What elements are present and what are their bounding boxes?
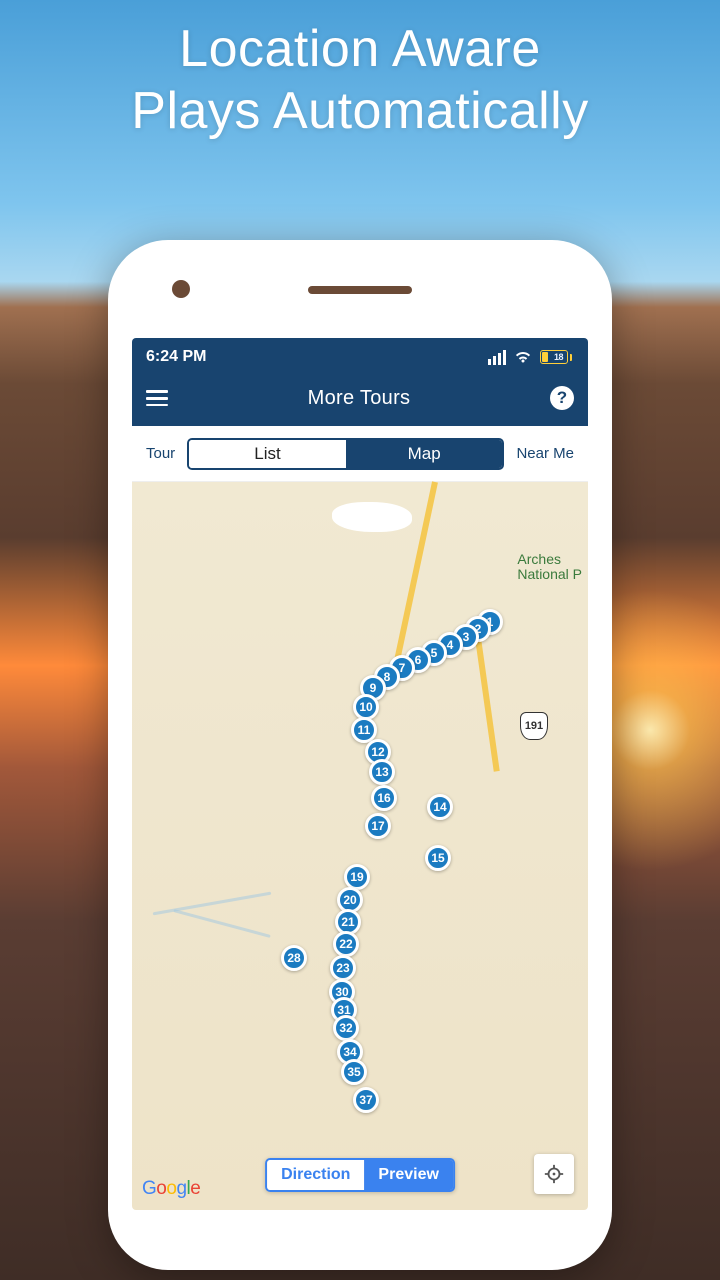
phone-camera bbox=[172, 280, 190, 298]
signal-icon bbox=[488, 350, 506, 365]
map-marker[interactable]: 37 bbox=[353, 1087, 379, 1113]
headline-line2: Plays Automatically bbox=[131, 82, 588, 140]
headline-line1: Location Aware bbox=[179, 20, 541, 78]
status-time: 6:24 PM bbox=[146, 348, 206, 366]
status-bar: 6:24 PM 18 bbox=[132, 338, 588, 376]
map-canvas[interactable]: Arches National P 191 123456789101112131… bbox=[132, 482, 588, 1210]
near-me-link[interactable]: Near Me bbox=[512, 441, 578, 466]
crosshair-icon bbox=[543, 1163, 565, 1185]
battery-icon: 18 bbox=[540, 350, 574, 364]
map-marker[interactable]: 23 bbox=[330, 955, 356, 981]
app-bar: More Tours ? bbox=[132, 376, 588, 426]
route-polyline bbox=[132, 482, 432, 632]
help-button[interactable]: ? bbox=[550, 386, 574, 410]
google-attribution: Google bbox=[142, 1178, 200, 1200]
map-marker[interactable]: 17 bbox=[365, 813, 391, 839]
map-marker[interactable]: 28 bbox=[281, 945, 307, 971]
tour-link[interactable]: Tour bbox=[142, 441, 179, 466]
app-title: More Tours bbox=[168, 387, 550, 410]
highway-shield: 191 bbox=[520, 712, 548, 740]
preview-button[interactable]: Preview bbox=[364, 1160, 452, 1190]
view-toolbar: Tour List Map Near Me bbox=[132, 426, 588, 482]
tab-map[interactable]: Map bbox=[346, 440, 503, 468]
phone-screen: 6:24 PM 18 More Tours ? Tour List Map bbox=[132, 338, 588, 1210]
map-marker[interactable]: 10 bbox=[353, 694, 379, 720]
direction-preview-segmented: Direction Preview bbox=[265, 1158, 455, 1192]
map-marker[interactable]: 22 bbox=[333, 931, 359, 957]
phone-frame: 6:24 PM 18 More Tours ? Tour List Map bbox=[108, 240, 612, 1270]
map-marker[interactable]: 15 bbox=[425, 845, 451, 871]
tab-list[interactable]: List bbox=[189, 440, 346, 468]
wifi-icon bbox=[514, 350, 532, 364]
list-map-segmented: List Map bbox=[187, 438, 504, 470]
locate-me-button[interactable] bbox=[534, 1154, 574, 1194]
map-marker[interactable]: 32 bbox=[333, 1015, 359, 1041]
menu-icon[interactable] bbox=[146, 390, 168, 406]
promo-headline: Location Aware Plays Automatically bbox=[0, 18, 720, 143]
direction-button[interactable]: Direction bbox=[267, 1160, 364, 1190]
map-marker[interactable]: 16 bbox=[371, 785, 397, 811]
map-marker[interactable]: 13 bbox=[369, 759, 395, 785]
map-marker[interactable]: 35 bbox=[341, 1059, 367, 1085]
map-marker[interactable]: 14 bbox=[427, 794, 453, 820]
phone-speaker bbox=[308, 286, 412, 294]
park-label: Arches National P bbox=[517, 552, 582, 583]
